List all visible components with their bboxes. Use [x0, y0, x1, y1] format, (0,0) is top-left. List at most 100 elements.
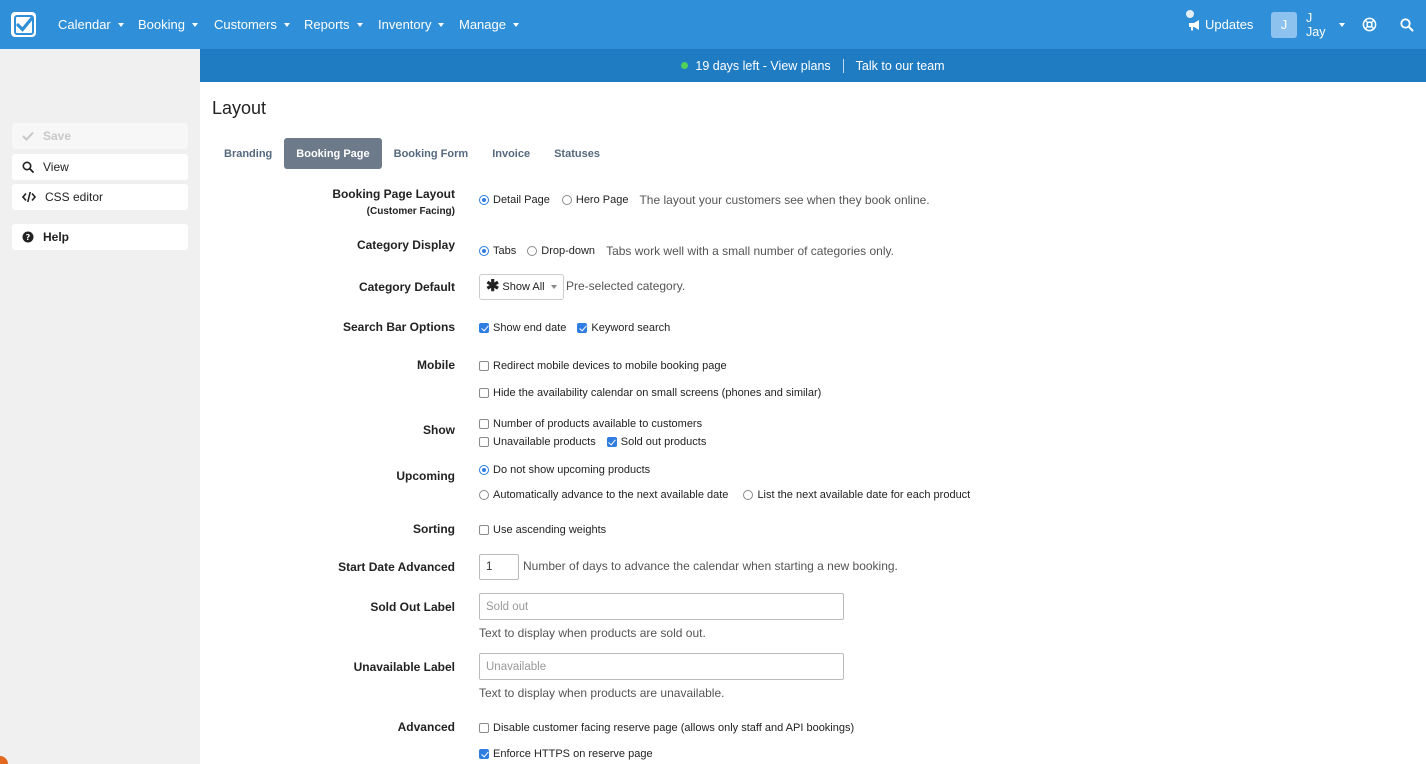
- hero-page-radio[interactable]: [561, 195, 572, 205]
- tab-booking-form[interactable]: Booking Form: [382, 138, 481, 169]
- dropdown-radio[interactable]: [527, 246, 538, 256]
- tab-statuses[interactable]: Statuses: [542, 138, 612, 169]
- checkmark-icon: [22, 131, 34, 141]
- unavailable-label-label: Unavailable Label: [353, 660, 455, 674]
- category-default-help: Pre-selected category.: [566, 279, 686, 293]
- ascending-weights-checkbox[interactable]: [479, 525, 489, 535]
- sold-out-help-wrap: Text to display when products are sold o…: [479, 626, 706, 640]
- show-availability-row: Unavailable products Sold out products: [479, 436, 706, 448]
- page-title: Layout: [212, 98, 267, 118]
- upcoming-option-2: Automatically advance to the next availa…: [479, 489, 970, 501]
- hide-calendar-label: Hide the availability calendar on small …: [493, 387, 822, 399]
- detail-page-label: Detail Page: [493, 194, 550, 206]
- category-display-help: Tabs work well with a small number of ca…: [606, 244, 894, 258]
- list-next-label: List the next available date for each pr…: [757, 489, 971, 501]
- nav-calendar[interactable]: Calendar: [58, 17, 124, 32]
- avatar-initial: J: [1280, 17, 1288, 32]
- start-date-advanced-label: Start Date Advanced: [338, 560, 455, 574]
- nav-customers[interactable]: Customers: [214, 17, 290, 32]
- enforce-https-checkbox[interactable]: [479, 749, 489, 759]
- num-products-checkbox[interactable]: [479, 419, 489, 429]
- tabs-radio[interactable]: [479, 246, 489, 256]
- tab-booking-page[interactable]: Booking Page: [284, 138, 382, 169]
- caret-down-icon: [512, 22, 519, 27]
- category-default-label: Category Default: [358, 280, 455, 294]
- sold-out-label-help: Text to display when products are sold o…: [479, 626, 706, 640]
- booking-page-layout-help: The layout your customers see when they …: [639, 193, 930, 207]
- nav-reports[interactable]: Reports: [304, 17, 363, 32]
- mobile-hide-calendar-row: Hide the availability calendar on small …: [479, 387, 821, 399]
- nav-manage-label: Manage: [459, 17, 506, 32]
- category-default-value: Show All: [502, 281, 545, 293]
- globe-button[interactable]: [1362, 0, 1377, 49]
- tab-invoice[interactable]: Invoice: [480, 138, 542, 169]
- booking-page-layout-options: Detail Page Hero Page The layout your cu…: [479, 193, 930, 207]
- mobile-label: Mobile: [417, 358, 455, 372]
- nav-calendar-label: Calendar: [58, 17, 111, 32]
- unavailable-help-wrap: Text to display when products are unavai…: [479, 686, 724, 700]
- user-name-line1: J: [1306, 10, 1313, 25]
- view-plans-link[interactable]: 19 days left - View plans: [681, 58, 831, 73]
- nav-inventory-label: Inventory: [378, 17, 432, 32]
- search-bar-options-label: Search Bar Options: [342, 320, 455, 334]
- search-icon: [1400, 17, 1414, 31]
- disable-reserve-checkbox[interactable]: [479, 723, 489, 733]
- list-next-radio[interactable]: [743, 490, 754, 500]
- sorting-row: Use ascending weights: [479, 524, 606, 536]
- nav-manage[interactable]: Manage: [459, 17, 519, 32]
- caret-down-icon: [356, 22, 363, 27]
- top-navbar: Calendar Booking Customers Reports Inven…: [0, 0, 1426, 49]
- hide-calendar-checkbox[interactable]: [479, 388, 489, 398]
- save-label: Save: [43, 129, 72, 143]
- auto-advance-radio[interactable]: [479, 490, 489, 500]
- sold-out-label-input[interactable]: Sold out: [479, 593, 844, 620]
- upcoming-option-1: Do not show upcoming products: [479, 464, 650, 476]
- nav-booking-label: Booking: [138, 17, 185, 32]
- category-default-select[interactable]: ✱ Show All: [479, 274, 564, 300]
- caret-down-icon: [191, 22, 198, 27]
- disable-reserve-label: Disable customer facing reserve page (al…: [493, 722, 855, 734]
- view-button[interactable]: View: [12, 154, 188, 180]
- user-name: J Jay: [1306, 11, 1325, 39]
- trial-text: 19 days left - View plans: [695, 58, 831, 73]
- search-button[interactable]: [1400, 0, 1414, 49]
- upcoming-label: Upcoming: [396, 469, 455, 483]
- trial-banner: 19 days left - View plans Talk to our te…: [200, 49, 1426, 82]
- talk-to-team-link[interactable]: Talk to our team: [856, 59, 945, 73]
- nav-booking[interactable]: Booking: [138, 17, 198, 32]
- unavailable-products-label: Unavailable products: [493, 436, 596, 448]
- start-date-advanced-input[interactable]: 1: [479, 554, 519, 580]
- caret-down-icon: [550, 285, 557, 289]
- caret-down-icon: [438, 22, 445, 27]
- sold-out-products-checkbox[interactable]: [606, 437, 617, 447]
- save-button[interactable]: Save: [12, 123, 188, 149]
- advanced-https-row: Enforce HTTPS on reserve page: [479, 748, 653, 760]
- search-icon: [22, 161, 34, 173]
- checkmark-logo-icon[interactable]: [11, 12, 36, 37]
- category-display-label: Category Display: [356, 238, 455, 252]
- nav-inventory[interactable]: Inventory: [378, 17, 445, 32]
- unavailable-products-checkbox[interactable]: [479, 437, 489, 447]
- keyword-search-checkbox[interactable]: [577, 323, 588, 333]
- show-end-date-label: Show end date: [493, 322, 567, 334]
- nav-reports-label: Reports: [304, 17, 350, 32]
- updates-button[interactable]: Updates: [1188, 0, 1253, 49]
- unavailable-label-input[interactable]: Unavailable: [479, 653, 844, 680]
- search-bar-options: Show end date Keyword search: [479, 322, 670, 334]
- updates-label: Updates: [1205, 17, 1254, 32]
- category-display-options: Tabs Drop-down Tabs work well with a sma…: [479, 244, 894, 258]
- keyword-search-label: Keyword search: [591, 322, 671, 334]
- start-date-advanced-help: Number of days to advance the calendar w…: [523, 559, 898, 573]
- tab-branding[interactable]: Branding: [212, 138, 284, 169]
- show-num-products-row: Number of products available to customer…: [479, 418, 702, 430]
- enforce-https-label: Enforce HTTPS on reserve page: [493, 748, 653, 760]
- dropdown-label: Drop-down: [541, 245, 596, 257]
- redirect-mobile-checkbox[interactable]: [479, 361, 489, 371]
- start-date-help-wrap: Number of days to advance the calendar w…: [523, 559, 898, 573]
- do-not-show-radio[interactable]: [479, 465, 489, 475]
- sorting-label: Sorting: [413, 522, 455, 536]
- show-end-date-checkbox[interactable]: [479, 323, 489, 333]
- user-menu[interactable]: J J Jay: [1271, 0, 1346, 49]
- caret-down-icon: [1339, 22, 1346, 27]
- detail-page-radio[interactable]: [479, 195, 489, 205]
